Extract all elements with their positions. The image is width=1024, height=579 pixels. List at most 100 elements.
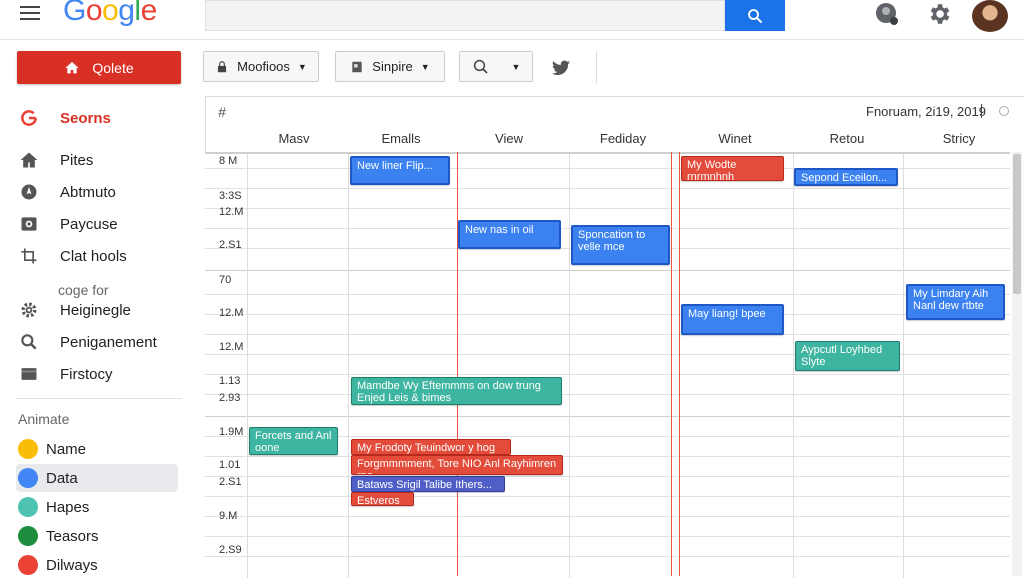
sidebar-section-title: Animate	[18, 411, 70, 427]
calendar-event[interactable]: Mamdbe Wy Eftemmms on dow trung Enjed Le…	[351, 377, 562, 405]
calendar-item-dilways[interactable]: Dilways	[16, 551, 178, 579]
calendar-event[interactable]: Estveros	[351, 492, 414, 506]
time-label: 1.9M	[219, 426, 244, 438]
modifiers-label: Moofioos	[237, 59, 290, 74]
sidebar-item-label: Pites	[60, 151, 94, 169]
time-label: 70	[219, 274, 232, 286]
calendar-item-hapes[interactable]: Hapes	[16, 493, 178, 521]
sidebar-item-pites[interactable]: Pites	[0, 147, 190, 173]
time-label: 8 M	[219, 155, 238, 167]
sidebar-item-paycuse[interactable]: Paycuse	[0, 211, 190, 237]
calendar-event[interactable]: Sponcation to velle mce	[571, 225, 670, 265]
calendar-event[interactable]: May liang! bpee	[681, 304, 784, 335]
sinpire-dropdown[interactable]: Sinpire ▼	[335, 51, 445, 82]
scrollbar-thumb[interactable]	[1013, 154, 1021, 294]
calendar-event[interactable]: My Limdary Aih Nanl dew rtbte	[906, 284, 1005, 320]
calendar-event[interactable]: My Frodoty Teuindwor y hog	[351, 439, 511, 455]
calendar-event[interactable]: New nas in oil	[458, 220, 561, 249]
logo-letter: G	[63, 0, 86, 27]
calendar-event[interactable]: Sepond Eceilon...	[794, 168, 898, 186]
current-time-line	[671, 152, 672, 576]
date-picker-icon[interactable]	[999, 106, 1009, 116]
column-header[interactable]: Masv	[248, 131, 340, 146]
date-range-label[interactable]: Fnoruam, 2i19, 2019	[866, 104, 986, 119]
search-options-dropdown[interactable]: ▼	[459, 51, 533, 82]
avatar[interactable]	[972, 0, 1008, 32]
calendar-color-dot	[18, 439, 38, 459]
home-icon	[19, 150, 39, 170]
calendar-label: Teasors	[46, 527, 99, 545]
gear-icon	[19, 300, 39, 320]
sidebar-item-firstocy[interactable]: Firstocy	[0, 361, 190, 387]
sidebar-item-label: Clat hools	[60, 247, 127, 265]
time-label: 12.M	[219, 341, 244, 353]
calendar-color-dot	[18, 526, 38, 546]
calendar-event[interactable]: Aypcutl Loyhbed Slyte	[795, 341, 900, 371]
sidebar-subheading: coge for	[58, 282, 109, 298]
gear-icon[interactable]	[925, 0, 953, 28]
column-header[interactable]: View	[458, 131, 560, 146]
sinpire-label: Sinpire	[372, 59, 413, 74]
column-header[interactable]: Fediday	[572, 131, 674, 146]
twitter-icon[interactable]	[550, 58, 572, 78]
calendar-event[interactable]: My Wodte rnrmnhnh	[681, 156, 784, 181]
sidebar-item-abtmuto[interactable]: Abtmuto	[0, 179, 190, 205]
lock-icon	[218, 60, 227, 72]
time-label: 9.M	[219, 510, 238, 522]
sidebar-item-label: Seorns	[60, 109, 111, 127]
google-g-icon	[19, 108, 39, 128]
create-button-label: Qolete	[92, 59, 134, 76]
chevron-down-icon: ▼	[297, 61, 307, 72]
calendar-color-dot	[18, 497, 38, 517]
modifiers-dropdown[interactable]: Moofioos ▼	[203, 51, 319, 82]
current-time-line	[457, 152, 458, 576]
text-cursor	[981, 104, 982, 118]
time-label: 12.M	[219, 307, 244, 319]
time-label: 2.S1	[219, 239, 242, 251]
create-button[interactable]: Qolete	[17, 51, 181, 84]
calendar-event[interactable]: Bataws Srigil Talibe Ithers...	[351, 476, 505, 492]
sidebar-item-label: Paycuse	[60, 215, 118, 233]
search-input[interactable]	[205, 0, 725, 31]
sidebar-item-heiginegle[interactable]: Heiginegle	[0, 297, 190, 323]
calendar-color-dot	[18, 468, 38, 488]
sidebar: Seorns Pites Abtmuto Paycuse Clat hools …	[0, 96, 195, 576]
column-header[interactable]: Winet	[684, 131, 786, 146]
time-label: 2.S1	[219, 476, 242, 488]
calendar-label: Dilways	[46, 556, 98, 574]
calendar-event[interactable]: Forcets and Anl oone	[249, 427, 338, 455]
calendar-item-name[interactable]: Name	[16, 435, 178, 463]
google-logo[interactable]: Google	[63, 0, 157, 28]
menu-icon[interactable]	[20, 6, 40, 20]
search-icon	[473, 59, 488, 74]
calendar-color-dot	[18, 555, 38, 575]
account-status-icon[interactable]	[873, 0, 901, 28]
calendar-event[interactable]: New liner Flip...	[350, 156, 450, 185]
search-icon	[748, 8, 762, 23]
current-time-line	[679, 152, 680, 576]
column-header[interactable]: Retou	[796, 131, 898, 146]
column-header[interactable]: Emalls	[351, 131, 451, 146]
calendar-item-teasors[interactable]: Teasors	[16, 522, 178, 550]
document-icon	[352, 61, 362, 72]
time-label: 12.M	[219, 206, 244, 218]
sidebar-item-seorns[interactable]: Seorns	[0, 105, 190, 131]
column-header[interactable]: Stricy	[908, 131, 1010, 146]
top-bar: Google	[0, 0, 1024, 40]
sidebar-item-clat-hools[interactable]: Clat hools	[0, 243, 190, 269]
time-label: 1.01	[219, 459, 241, 471]
calendar-item-data[interactable]: Data	[16, 464, 178, 492]
chevron-down-icon: ▼	[420, 61, 430, 72]
time-label: 2.S9	[219, 544, 242, 556]
search-button[interactable]	[725, 0, 785, 31]
crop-icon	[19, 246, 39, 266]
sidebar-item-label: Firstocy	[60, 365, 113, 383]
toolbar-divider	[596, 51, 597, 84]
calendar-event[interactable]: Forgmmmment, Tore NIO Anl Rayhimren rne	[351, 455, 563, 475]
week-number: #	[218, 104, 226, 120]
sidebar-item-peniganement[interactable]: Peniganement	[0, 329, 190, 355]
sidebar-item-label: Abtmuto	[60, 183, 116, 201]
folder-icon	[19, 364, 39, 384]
camera-icon	[19, 214, 39, 234]
sidebar-item-label: Peniganement	[60, 333, 157, 351]
